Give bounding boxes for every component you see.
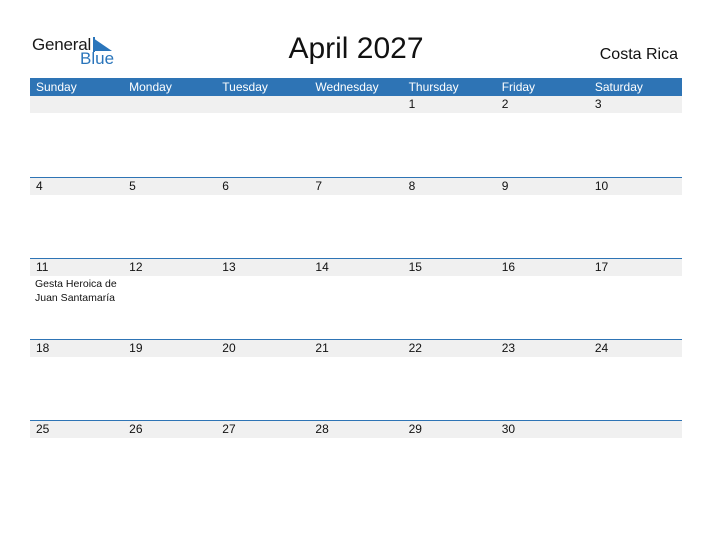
day-number: 8 <box>408 179 416 193</box>
events-band <box>30 357 682 358</box>
holiday-label <box>496 276 589 305</box>
day-number <box>123 96 216 113</box>
week-row: 18 19 20 21 22 23 24 <box>30 339 682 420</box>
events-band <box>30 438 682 439</box>
holiday-label <box>30 113 123 114</box>
holiday-label <box>216 195 309 196</box>
holiday-label <box>589 113 682 114</box>
day-number: 7 <box>315 179 323 193</box>
day-number-band: 11 12 13 14 15 16 17 <box>30 259 682 276</box>
calendar-grid: Sunday Monday Tuesday Wednesday Thursday… <box>30 78 682 501</box>
day-number: 5 <box>129 179 136 193</box>
week-row: 25 26 27 28 29 30 <box>30 420 682 501</box>
day-number <box>30 96 123 113</box>
weekday-sunday: Sunday <box>36 80 77 94</box>
weekday-wednesday: Wednesday <box>315 80 379 94</box>
weekday-saturday: Saturday <box>594 80 643 94</box>
holiday-label <box>309 276 402 305</box>
holiday-label <box>403 195 496 196</box>
holiday-label: Gesta Heroica de Juan Santamaría <box>35 278 117 304</box>
day-number <box>589 421 682 438</box>
events-band <box>30 195 682 196</box>
holiday-label <box>496 357 589 358</box>
holiday-label <box>496 195 589 196</box>
holiday-label <box>589 195 682 196</box>
holiday-label <box>123 438 216 439</box>
day-number-band: 1 2 3 <box>30 96 682 113</box>
day-number: 24 <box>594 341 609 355</box>
holiday-label <box>216 438 309 439</box>
day-number: 20 <box>222 341 236 355</box>
day-number: 18 <box>36 341 50 355</box>
day-number: 13 <box>222 260 236 274</box>
holiday-label <box>123 195 216 196</box>
day-number: 30 <box>501 422 516 436</box>
week-row: 4 5 6 7 8 9 10 <box>30 177 682 258</box>
day-number: 25 <box>36 422 50 436</box>
day-number-band: 18 19 20 21 22 23 24 <box>30 340 682 357</box>
events-band: Gesta Heroica de Juan Santamaría <box>30 276 682 305</box>
day-number: 12 <box>129 260 143 274</box>
day-number: 23 <box>501 341 516 355</box>
events-band <box>30 113 682 114</box>
day-number-band: 4 5 6 7 8 9 10 <box>30 178 682 195</box>
holiday-label <box>403 357 496 358</box>
day-number: 26 <box>129 422 143 436</box>
holiday-label <box>216 113 309 114</box>
holiday-label <box>309 195 402 196</box>
week-row: 11 12 13 14 15 16 17 Gesta Heroica de Juan Sant… <box>30 258 682 339</box>
holiday-label <box>30 195 123 196</box>
holiday-label <box>30 438 123 439</box>
holiday-label <box>496 113 589 114</box>
weekday-friday: Friday <box>501 80 536 94</box>
weekday-monday: Monday <box>129 80 172 94</box>
day-number: 19 <box>129 341 143 355</box>
day-number: 17 <box>594 260 609 274</box>
day-number: 9 <box>501 179 509 193</box>
holiday-label <box>123 357 216 358</box>
day-number: 15 <box>408 260 422 274</box>
day-number: 3 <box>594 97 602 111</box>
day-number: 21 <box>315 341 329 355</box>
weekday-header: Sunday Monday Tuesday Wednesday Thursday… <box>30 78 682 96</box>
weekday-thursday: Thursday <box>408 80 459 94</box>
holiday-label <box>309 357 402 358</box>
day-number: 2 <box>501 97 509 111</box>
week-row: 1 2 3 <box>30 96 682 177</box>
day-number <box>216 96 309 113</box>
weekday-tuesday: Tuesday <box>222 80 268 94</box>
day-number: 11 <box>36 260 49 274</box>
holiday-label <box>216 276 309 305</box>
holiday-label <box>309 113 402 114</box>
day-number: 10 <box>594 179 609 193</box>
day-number: 29 <box>408 422 422 436</box>
day-number: 6 <box>222 179 229 193</box>
holiday-label <box>123 276 216 305</box>
day-number: 22 <box>408 341 422 355</box>
day-number: 14 <box>315 260 329 274</box>
day-number: 28 <box>315 422 329 436</box>
holiday-label <box>403 276 496 305</box>
day-number: 1 <box>408 97 416 111</box>
holiday-label <box>589 276 682 305</box>
country-label: Costa Rica <box>599 46 678 63</box>
holiday-label <box>309 438 402 439</box>
holiday-label <box>496 438 589 439</box>
day-number-band: 25 26 27 28 29 30 <box>30 421 682 438</box>
day-number: 4 <box>36 179 43 193</box>
holiday-label <box>589 438 682 439</box>
holiday-label <box>403 113 496 114</box>
holiday-label <box>123 113 216 114</box>
day-number <box>309 96 402 113</box>
day-number: 16 <box>501 260 516 274</box>
weeks-container: 1 2 3 4 5 6 7 8 9 10 11 12 13 14 15 16 17 Gesta Heroica d… <box>30 96 682 501</box>
day-number: 27 <box>222 422 236 436</box>
holiday-label <box>30 357 123 358</box>
holiday-label <box>216 357 309 358</box>
holiday-label <box>589 357 682 358</box>
holiday-label <box>403 438 496 439</box>
